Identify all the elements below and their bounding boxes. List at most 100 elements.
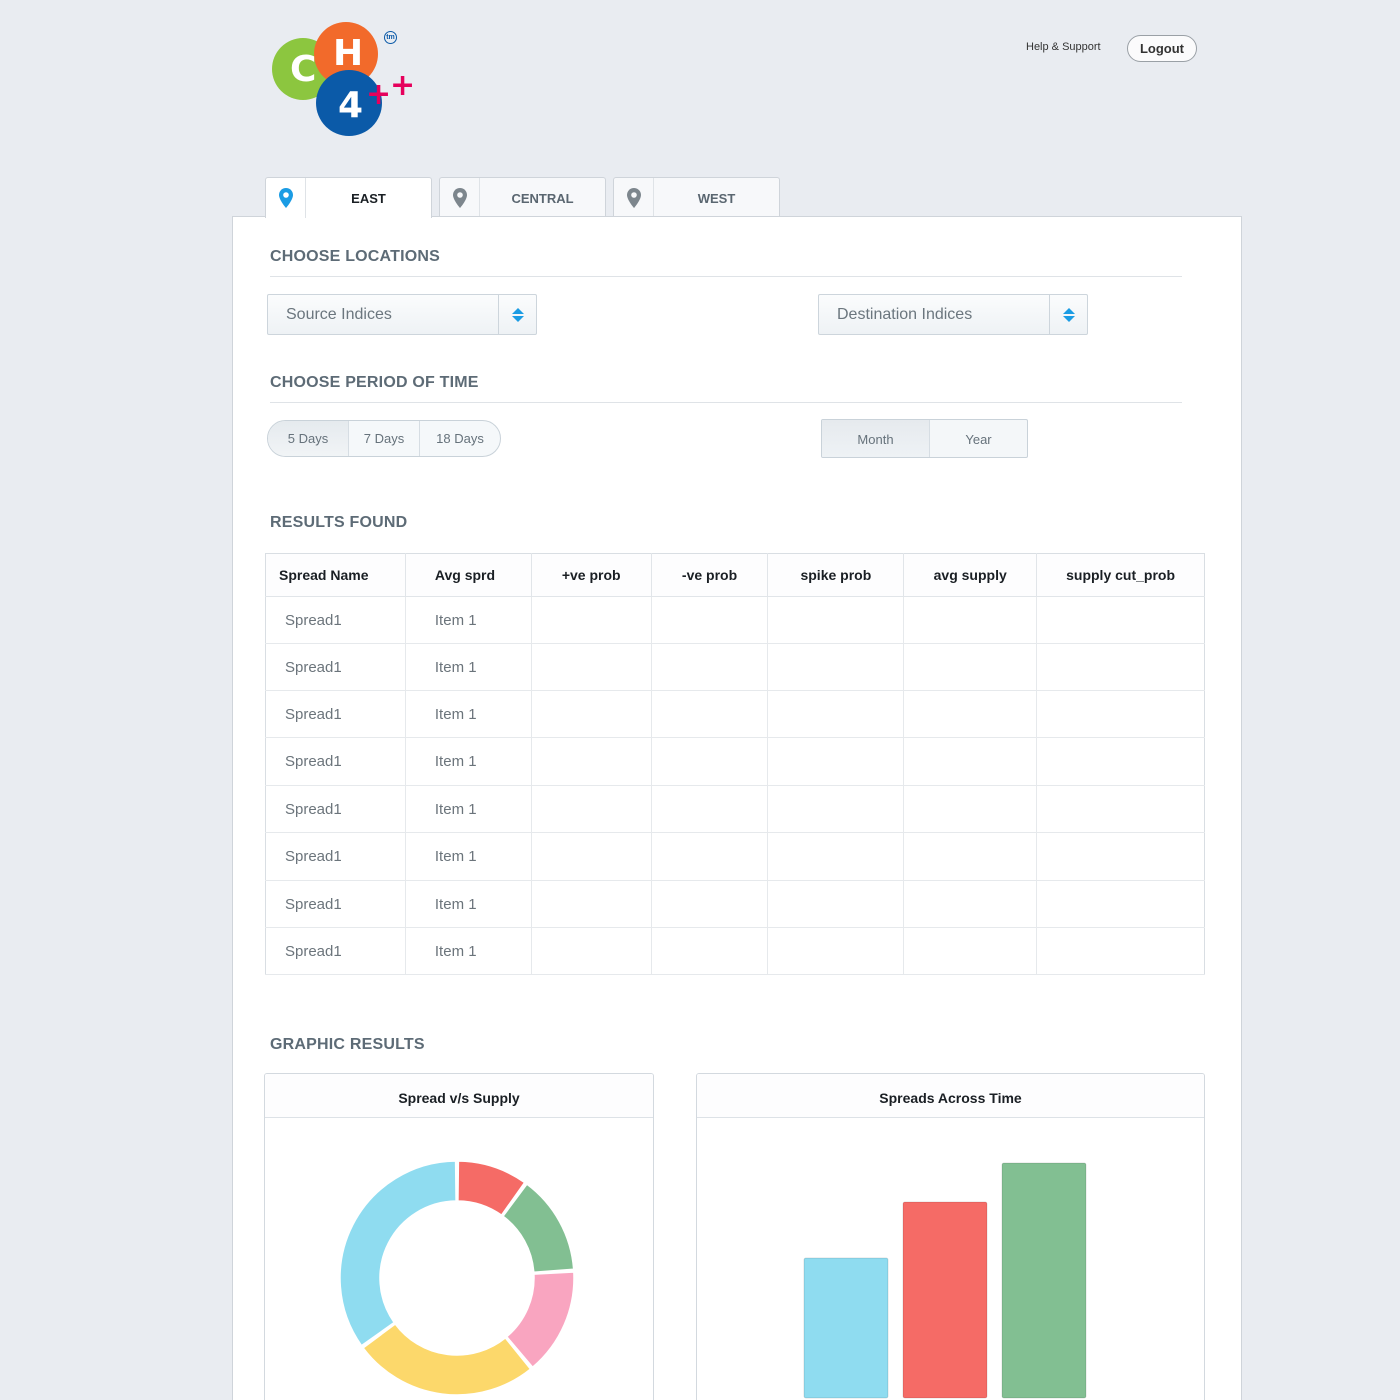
- cell-positive-prob: [531, 832, 652, 881]
- bar[interactable]: [902, 1201, 988, 1399]
- table-row[interactable]: Spread1 Item 1: [265, 785, 1205, 833]
- source-indices-select[interactable]: Source Indices: [267, 294, 537, 335]
- col-positive-prob[interactable]: +ve prob: [531, 553, 652, 597]
- cell-avg-supply: [903, 737, 1038, 786]
- col-supply-cut-prob[interactable]: supply cut_prob: [1036, 553, 1205, 597]
- source-indices-value: Source Indices: [286, 306, 392, 323]
- logo-letter-c: C: [290, 49, 317, 90]
- table-row[interactable]: Spread1 Item 1: [265, 643, 1205, 691]
- range-toggle-group: Month Year: [821, 419, 1028, 458]
- results-found-heading: RESULTS FOUND: [270, 514, 408, 531]
- days-option-5[interactable]: 5 Days: [268, 421, 349, 456]
- cell-spread-name: Spread1: [265, 643, 406, 691]
- tab-west-label: WEST: [697, 191, 736, 206]
- cell-spike-prob: [767, 596, 905, 644]
- cell-negative-prob: [651, 880, 769, 928]
- logo-digit-4: 4: [338, 85, 364, 126]
- logout-button[interactable]: Logout: [1127, 35, 1197, 62]
- cell-supply-cut-prob: [1036, 596, 1205, 644]
- cell-avg-supply: [903, 785, 1038, 833]
- cell-spike-prob: [767, 643, 905, 691]
- cell-avg-sprd: Item 1: [405, 596, 532, 644]
- tab-east-label: EAST: [351, 191, 386, 206]
- bar-chart-title: Spreads Across Time: [697, 1074, 1204, 1118]
- logo-letter-h: H: [333, 33, 364, 74]
- days-option-7[interactable]: 7 Days: [349, 421, 420, 456]
- choose-locations-heading: CHOOSE LOCATIONS: [270, 248, 441, 265]
- cell-avg-supply: [903, 690, 1038, 738]
- table-row[interactable]: Spread1 Item 1: [265, 927, 1205, 975]
- graphic-results-heading: GRAPHIC RESULTS: [270, 1036, 425, 1053]
- cell-avg-sprd: Item 1: [405, 880, 532, 928]
- cell-supply-cut-prob: [1036, 643, 1205, 691]
- cell-spike-prob: [767, 880, 905, 928]
- table-row[interactable]: Spread1 Item 1: [265, 737, 1205, 786]
- logo-trademark: tm: [384, 31, 397, 44]
- cell-spike-prob: [767, 690, 905, 738]
- bar-chart-card: Spreads Across Time: [696, 1073, 1205, 1400]
- cell-avg-sprd: Item 1: [405, 690, 532, 738]
- cell-negative-prob: [651, 832, 769, 881]
- cell-avg-supply: [903, 880, 1038, 928]
- logo-plus-1: +: [366, 77, 392, 112]
- cell-spike-prob: [767, 832, 905, 881]
- donut-slice[interactable]: [362, 1322, 532, 1396]
- tab-east[interactable]: EAST: [265, 177, 432, 218]
- range-option-year[interactable]: Year: [930, 420, 1027, 457]
- cell-avg-supply: [903, 832, 1038, 881]
- range-option-month[interactable]: Month: [822, 420, 930, 457]
- bar-chart: [803, 1162, 1087, 1399]
- col-avg-sprd[interactable]: Avg sprd: [405, 553, 532, 597]
- table-header-row: Spread Name Avg sprd +ve prob -ve prob s…: [265, 553, 1205, 597]
- help-support-link[interactable]: Help & Support: [1026, 41, 1101, 53]
- cell-supply-cut-prob: [1036, 737, 1205, 786]
- cell-spread-name: Spread1: [265, 690, 406, 738]
- cell-negative-prob: [651, 737, 769, 786]
- col-avg-supply[interactable]: avg supply: [903, 553, 1038, 597]
- tab-central[interactable]: CENTRAL: [439, 177, 606, 217]
- table-row[interactable]: Spread1 Item 1: [265, 880, 1205, 928]
- donut-chart-title: Spread v/s Supply: [265, 1074, 653, 1118]
- cell-avg-supply: [903, 927, 1038, 975]
- cell-supply-cut-prob: [1036, 785, 1205, 833]
- cell-avg-supply: [903, 596, 1038, 644]
- cell-supply-cut-prob: [1036, 880, 1205, 928]
- select-arrows-icon: [1049, 295, 1087, 334]
- col-spike-prob[interactable]: spike prob: [767, 553, 905, 597]
- bar[interactable]: [1001, 1162, 1087, 1399]
- table-row[interactable]: Spread1 Item 1: [265, 832, 1205, 881]
- cell-spread-name: Spread1: [265, 596, 406, 644]
- table-row[interactable]: Spread1 Item 1: [265, 596, 1205, 644]
- cell-avg-sprd: Item 1: [405, 737, 532, 786]
- col-negative-prob[interactable]: -ve prob: [651, 553, 769, 597]
- cell-positive-prob: [531, 737, 652, 786]
- col-spread-name[interactable]: Spread Name: [265, 553, 406, 597]
- cell-spread-name: Spread1: [265, 785, 406, 833]
- cell-avg-sprd: Item 1: [405, 927, 532, 975]
- cell-supply-cut-prob: [1036, 690, 1205, 738]
- donut-chart-card: Spread v/s Supply: [264, 1073, 654, 1400]
- days-option-18[interactable]: 18 Days: [420, 421, 500, 456]
- cell-spread-name: Spread1: [265, 737, 406, 786]
- cell-spread-name: Spread1: [265, 927, 406, 975]
- bar[interactable]: [803, 1257, 889, 1399]
- cell-spread-name: Spread1: [265, 832, 406, 881]
- donut-chart: [339, 1160, 575, 1396]
- donut-slice[interactable]: [339, 1160, 457, 1347]
- location-pin-icon: [452, 187, 467, 208]
- destination-indices-select[interactable]: Destination Indices: [818, 294, 1088, 335]
- cell-avg-sprd: Item 1: [405, 643, 532, 691]
- cell-positive-prob: [531, 785, 652, 833]
- results-table: Spread Name Avg sprd +ve prob -ve prob s…: [265, 553, 1205, 975]
- results-body: Spread1 Item 1 Spread1 Item 1 Spread1 Item 1S…: [265, 596, 1205, 975]
- table-row[interactable]: Spread1 Item 1: [265, 690, 1205, 738]
- tab-west[interactable]: WEST: [613, 177, 780, 217]
- main-panel: CHOOSE LOCATIONS Source Indices Destinat…: [232, 216, 1242, 1400]
- divider: [270, 402, 1182, 403]
- destination-indices-value: Destination Indices: [837, 306, 973, 323]
- cell-positive-prob: [531, 643, 652, 691]
- cell-negative-prob: [651, 596, 769, 644]
- cell-spread-name: Spread1: [265, 880, 406, 928]
- cell-negative-prob: [651, 927, 769, 975]
- cell-spike-prob: [767, 737, 905, 786]
